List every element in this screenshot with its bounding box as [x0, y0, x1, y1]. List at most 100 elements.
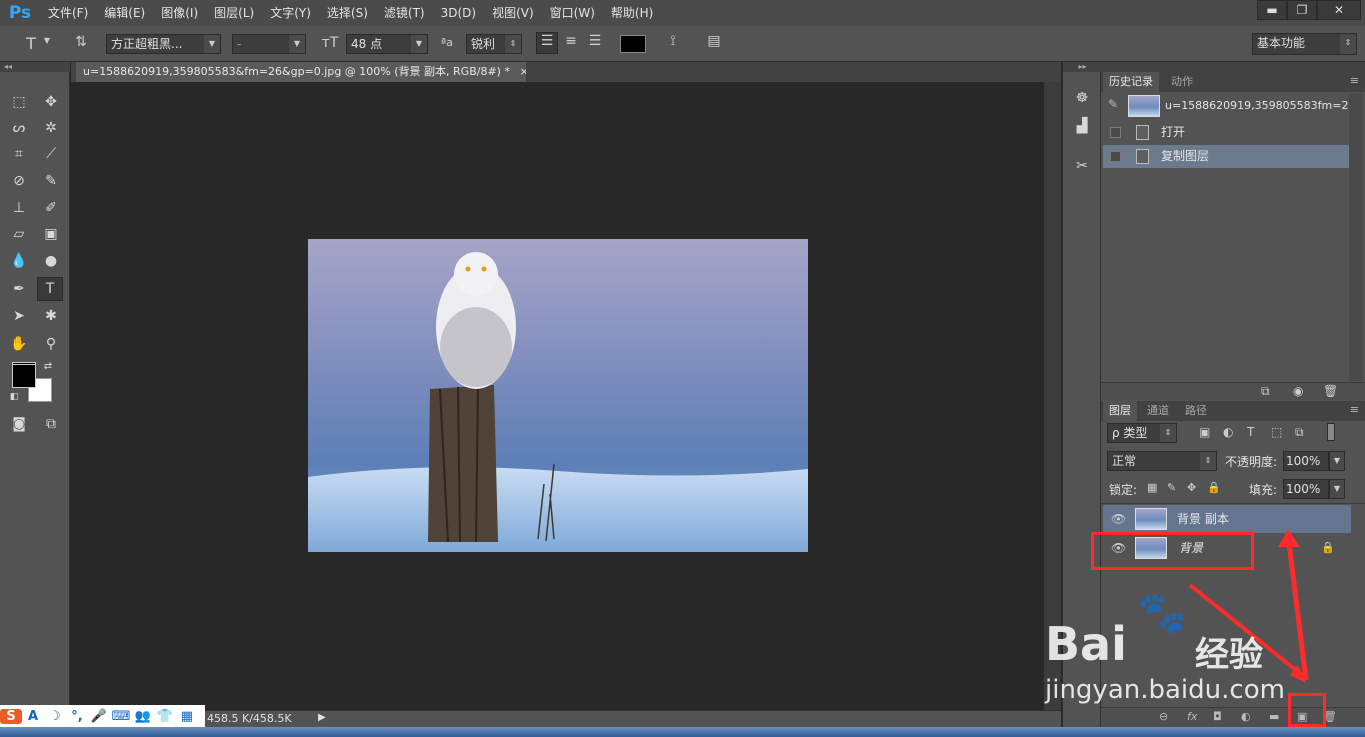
- menu-select[interactable]: 选择(S): [319, 0, 376, 26]
- add-mask-icon[interactable]: ◘: [1213, 710, 1222, 723]
- tab-actions[interactable]: 动作: [1165, 72, 1199, 92]
- dodge-tool[interactable]: ●: [38, 249, 64, 273]
- filter-toggle-switch[interactable]: [1327, 423, 1335, 441]
- lock-transparency-icon[interactable]: ▦: [1147, 481, 1157, 494]
- clone-stamp-tool[interactable]: ⊥: [6, 196, 32, 220]
- tab-paths[interactable]: 路径: [1179, 401, 1213, 421]
- menu-help[interactable]: 帮助(H): [603, 0, 661, 26]
- adjustment-filter-icon[interactable]: ◐: [1223, 425, 1233, 439]
- fill-input[interactable]: 100%: [1283, 479, 1329, 499]
- panel-menu-icon[interactable]: ≡: [1350, 74, 1359, 87]
- menu-window[interactable]: 窗口(W): [542, 0, 603, 26]
- canvas-area[interactable]: [71, 82, 1044, 710]
- default-colors-icon[interactable]: ◧: [6, 390, 22, 404]
- checkbox[interactable]: [1110, 127, 1121, 138]
- hand-tool[interactable]: ✋: [6, 332, 32, 356]
- menu-filter[interactable]: 滤镜(T): [376, 0, 433, 26]
- menu-layer[interactable]: 图层(L): [206, 0, 262, 26]
- font-size-select[interactable]: 48 点 ▼: [346, 34, 428, 54]
- quick-mask-icon[interactable]: ◙: [6, 412, 32, 436]
- opacity-input[interactable]: 100%: [1283, 451, 1329, 471]
- pixel-filter-icon[interactable]: ▣: [1199, 425, 1210, 439]
- menu-image[interactable]: 图像(I): [153, 0, 206, 26]
- sogou-logo-icon[interactable]: S: [0, 708, 22, 724]
- type-tool-preset-icon[interactable]: T: [20, 34, 42, 53]
- keyboard-icon[interactable]: ⌨: [110, 709, 132, 724]
- panel-menu-icon[interactable]: ≡: [1350, 403, 1359, 416]
- magic-wand-tool[interactable]: ✲: [38, 116, 64, 140]
- history-brush-tool[interactable]: ✐: [38, 196, 64, 220]
- history-item[interactable]: 打开: [1103, 121, 1349, 144]
- warp-text-icon[interactable]: ⟟: [662, 33, 684, 49]
- move-tool[interactable]: ✥: [38, 90, 64, 114]
- layer-filter-select[interactable]: ρ 类型 ⇕: [1107, 423, 1177, 443]
- healing-brush-tool[interactable]: ⊘: [6, 169, 32, 193]
- document-tab[interactable]: u=1588620919,359805583&fm=26&gp=0.jpg @ …: [76, 62, 526, 82]
- history-scrollbar[interactable]: [1349, 93, 1363, 381]
- camera-icon[interactable]: ◉: [1293, 384, 1303, 398]
- menu-type[interactable]: 文字(Y): [262, 0, 319, 26]
- pen-tool[interactable]: ✒: [6, 277, 32, 301]
- gradient-tool[interactable]: ▣: [38, 222, 64, 246]
- history-item[interactable]: 复制图层: [1103, 145, 1349, 168]
- chevron-down-icon[interactable]: ▼: [1329, 451, 1345, 471]
- brush-tool[interactable]: ✎: [38, 169, 64, 193]
- path-selection-tool[interactable]: ➤: [6, 304, 32, 328]
- chevron-down-icon[interactable]: ▼: [42, 36, 52, 45]
- link-layers-icon[interactable]: ⊖: [1159, 710, 1168, 723]
- checkbox[interactable]: [1110, 151, 1121, 162]
- lock-all-icon[interactable]: 🔒: [1207, 481, 1221, 494]
- new-document-from-state-icon[interactable]: ⧉: [1261, 384, 1270, 399]
- tab-channels[interactable]: 通道: [1141, 401, 1175, 421]
- blur-tool[interactable]: 💧: [6, 249, 32, 273]
- collapse-arrows-icon[interactable]: ▸▸: [1063, 62, 1102, 72]
- document-image[interactable]: [308, 239, 808, 552]
- navigator-icon[interactable]: ☸: [1069, 86, 1095, 110]
- group-icon[interactable]: ▬: [1269, 710, 1279, 723]
- status-menu-arrow[interactable]: ▶: [318, 712, 326, 723]
- text-orientation-icon[interactable]: ⇅: [70, 34, 92, 50]
- align-right-icon[interactable]: ☰: [584, 33, 606, 49]
- menu-edit[interactable]: 编辑(E): [96, 0, 153, 26]
- screen-mode-icon[interactable]: ⧉: [38, 412, 64, 436]
- foreground-color-front[interactable]: [12, 364, 36, 388]
- type-filter-icon[interactable]: T: [1247, 425, 1254, 439]
- lasso-tool[interactable]: ᔕ: [6, 116, 32, 140]
- tab-layers[interactable]: 图层: [1103, 401, 1137, 421]
- lock-image-icon[interactable]: ✎: [1167, 481, 1176, 494]
- font-family-select[interactable]: 方正超粗黑... ▼: [106, 34, 221, 54]
- smart-object-filter-icon[interactable]: ⧉: [1295, 425, 1304, 440]
- shape-tool[interactable]: ✱: [38, 304, 64, 328]
- blend-mode-select[interactable]: 正常 ⇕: [1107, 451, 1217, 471]
- antialias-select[interactable]: 锐利 ⇕: [466, 34, 522, 54]
- font-style-select[interactable]: - ▼: [232, 34, 306, 54]
- microphone-icon[interactable]: 🎤: [88, 709, 110, 724]
- swap-colors-icon[interactable]: ⇄: [38, 358, 58, 374]
- fx-icon[interactable]: fx: [1187, 710, 1197, 723]
- eyedropper-tool[interactable]: ⟋: [38, 142, 64, 166]
- minimize-button[interactable]: ▬: [1257, 0, 1287, 20]
- skin-icon[interactable]: 👕: [154, 709, 176, 724]
- marquee-tool[interactable]: ⬚: [6, 90, 32, 114]
- collapse-arrows-icon[interactable]: ◂◂: [0, 62, 70, 72]
- tools-preset-icon[interactable]: ✂: [1069, 154, 1095, 178]
- close-button[interactable]: ✕: [1317, 0, 1361, 20]
- zoom-tool[interactable]: ⚲: [38, 332, 64, 356]
- character-panel-icon[interactable]: ▤: [703, 33, 725, 49]
- text-color-swatch[interactable]: [620, 35, 646, 53]
- chevron-down-icon[interactable]: ▼: [1329, 479, 1345, 499]
- crop-tool[interactable]: ⌗: [6, 142, 32, 166]
- eye-icon[interactable]: 👁: [1111, 505, 1129, 533]
- align-center-icon[interactable]: ≡: [560, 33, 582, 49]
- lock-position-icon[interactable]: ✥: [1187, 481, 1196, 494]
- tab-history[interactable]: 历史记录: [1103, 72, 1159, 92]
- language-mode-icon[interactable]: A: [22, 709, 44, 724]
- type-tool[interactable]: T: [37, 277, 63, 301]
- close-tab-icon[interactable]: ×: [519, 65, 526, 78]
- grid-menu-icon[interactable]: ▦: [176, 709, 198, 724]
- shape-filter-icon[interactable]: ⬚: [1271, 425, 1282, 439]
- users-icon[interactable]: 👥: [132, 709, 154, 724]
- moon-icon[interactable]: ☽: [44, 709, 66, 724]
- history-snapshot[interactable]: ✎ u=1588620919,359805583fm=2...: [1103, 93, 1359, 119]
- histogram-icon[interactable]: ▟: [1069, 114, 1095, 138]
